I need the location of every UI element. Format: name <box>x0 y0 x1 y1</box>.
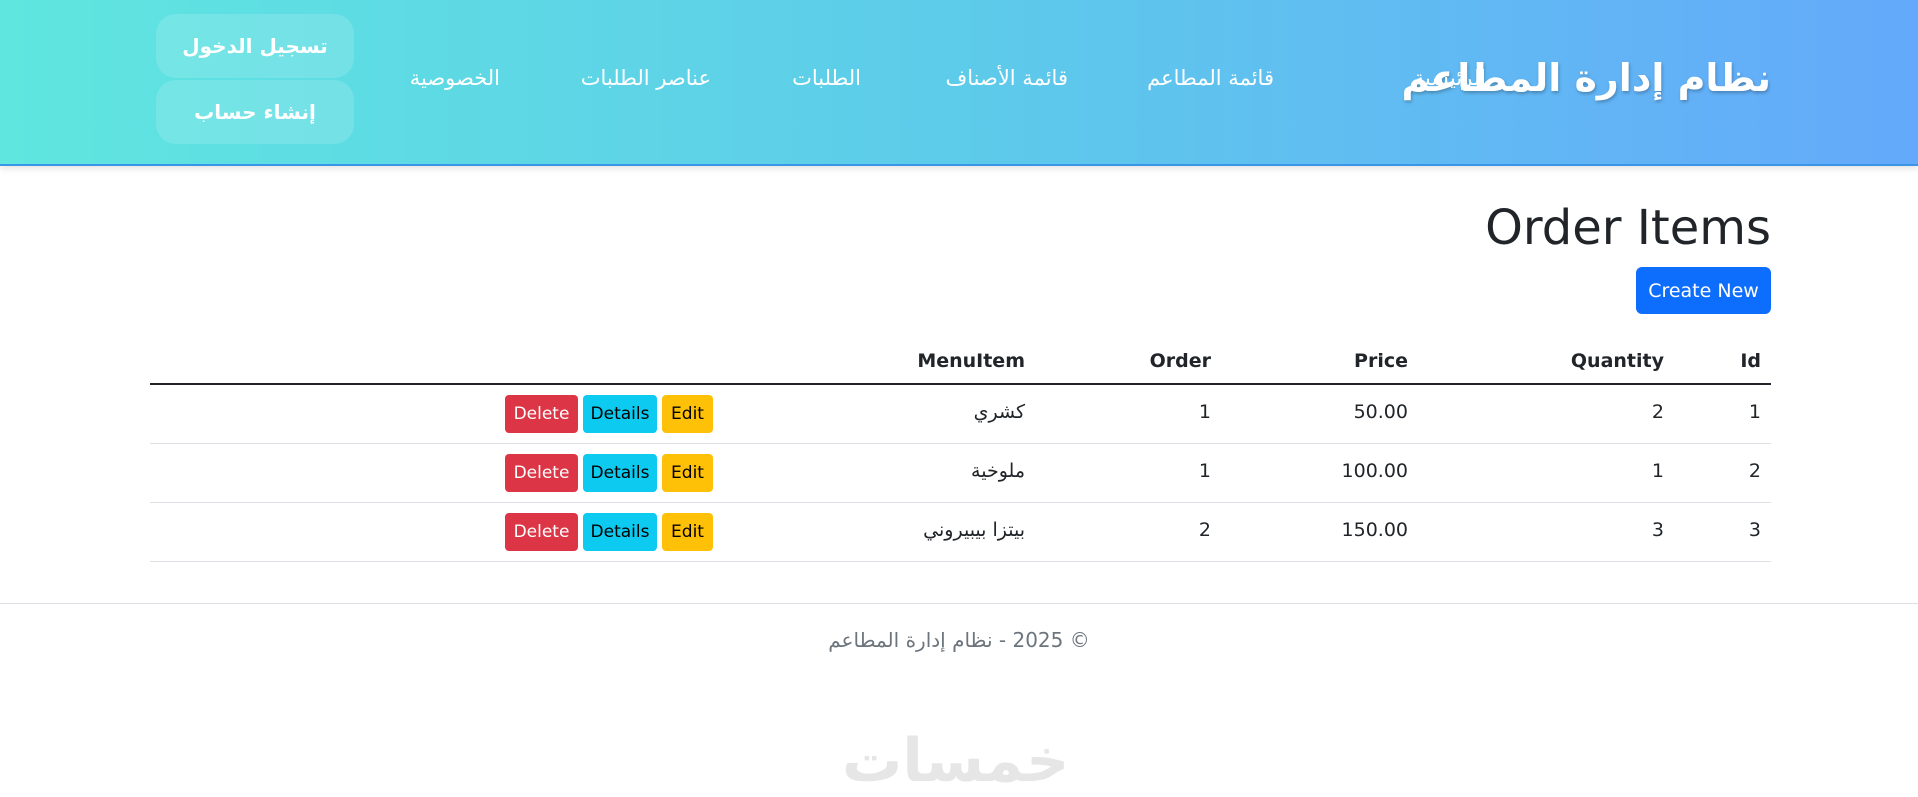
cell-price: 150.00 <box>1341 519 1408 541</box>
edit-button[interactable]: Edit <box>662 513 713 551</box>
cell-id: 1 <box>1748 401 1761 423</box>
details-button[interactable]: Details <box>583 395 657 433</box>
details-button[interactable]: Details <box>583 513 657 551</box>
cell-menuitem: ملوخية <box>971 460 1025 482</box>
row-actions: Delete Details Edit <box>505 513 713 551</box>
cell-menuitem: بيتزا بيبيروني <box>923 519 1025 541</box>
order-items-table: Id Quantity Price Order MenuItem 1 2 50.… <box>150 338 1771 562</box>
edit-button[interactable]: Edit <box>662 395 713 433</box>
column-header-order: Order <box>1149 350 1211 372</box>
nav-menu-items[interactable]: قائمة الأصناف <box>945 66 1068 90</box>
cell-order: 2 <box>1198 519 1211 541</box>
navbar: نظام إدارة المطاعم الرئيسية قائمة المطاع… <box>0 0 1918 166</box>
cell-order: 1 <box>1198 401 1211 423</box>
cell-menuitem: كشري <box>973 401 1025 423</box>
nav-order-items[interactable]: عناصر الطلبات <box>581 66 711 90</box>
table-row: 2 1 100.00 1 ملوخية Delete Details Edit <box>150 444 1771 503</box>
row-actions: Delete Details Edit <box>505 454 713 492</box>
table-row: 1 2 50.00 1 كشري Delete Details Edit <box>150 385 1771 444</box>
create-new-button[interactable]: Create New <box>1636 267 1771 314</box>
table-row: 3 3 150.00 2 بيتزا بيبيروني Delete Detai… <box>150 503 1771 562</box>
nav-orders[interactable]: الطلبات <box>792 66 861 90</box>
register-button[interactable]: إنشاء حساب <box>156 80 354 144</box>
column-header-id: Id <box>1740 350 1761 372</box>
delete-button[interactable]: Delete <box>505 395 578 433</box>
nav-home[interactable]: الرئيسية <box>1414 66 1486 90</box>
cell-order: 1 <box>1198 460 1211 482</box>
cell-quantity: 3 <box>1651 519 1664 541</box>
cell-quantity: 2 <box>1651 401 1664 423</box>
nav-privacy[interactable]: الخصوصية <box>410 66 500 90</box>
footer-copyright: © 2025 - نظام إدارة المطاعم <box>828 628 1090 652</box>
cell-price: 50.00 <box>1353 401 1408 423</box>
column-header-quantity: Quantity <box>1570 350 1664 372</box>
login-button[interactable]: تسجيل الدخول <box>156 14 354 78</box>
cell-price: 100.00 <box>1341 460 1408 482</box>
cell-id: 2 <box>1748 460 1761 482</box>
nav-restaurants[interactable]: قائمة المطاعم <box>1147 66 1274 90</box>
delete-button[interactable]: Delete <box>505 454 578 492</box>
watermark-logo: خمسات <box>842 726 1070 796</box>
edit-button[interactable]: Edit <box>662 454 713 492</box>
cell-quantity: 1 <box>1651 460 1664 482</box>
cell-id: 3 <box>1748 519 1761 541</box>
column-header-menuitem: MenuItem <box>917 350 1025 372</box>
details-button[interactable]: Details <box>583 454 657 492</box>
table-header: Id Quantity Price Order MenuItem <box>150 338 1771 385</box>
page-title: Order Items <box>1485 200 1771 256</box>
footer: © 2025 - نظام إدارة المطاعم <box>0 603 1918 675</box>
row-actions: Delete Details Edit <box>505 395 713 433</box>
delete-button[interactable]: Delete <box>505 513 578 551</box>
column-header-price: Price <box>1354 350 1408 372</box>
